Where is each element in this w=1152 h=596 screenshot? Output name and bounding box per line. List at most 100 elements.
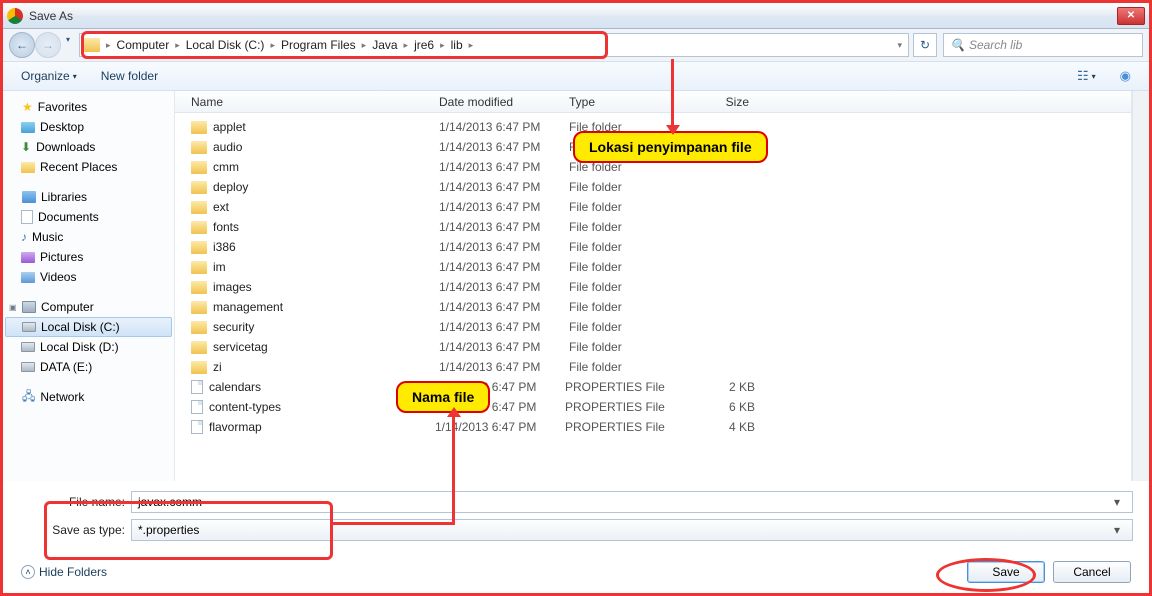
forward-button[interactable]: → (35, 32, 61, 58)
sidebar-network[interactable]: 🖧Network (3, 387, 174, 407)
help-button[interactable]: ◉ (1112, 65, 1139, 87)
file-row[interactable]: content-types1/14/2013 6:47 PMPROPERTIES… (175, 397, 1131, 417)
sidebar-item-music[interactable]: ♪Music (3, 227, 174, 247)
filename-input[interactable]: javax.comm▾ (131, 491, 1133, 513)
file-row[interactable]: zi1/14/2013 6:47 PMFile folder (175, 357, 1131, 377)
hide-folders-button[interactable]: ˄ Hide Folders (21, 565, 107, 579)
cancel-button[interactable]: Cancel (1053, 561, 1131, 583)
breadcrumb-seg[interactable]: Local Disk (C:) (182, 38, 269, 52)
video-icon (21, 272, 35, 283)
back-button[interactable]: ← (9, 32, 35, 58)
file-row[interactable]: images1/14/2013 6:47 PMFile folder (175, 277, 1131, 297)
chevron-down-icon[interactable]: ▾ (1108, 523, 1126, 537)
file-type: PROPERTIES File (565, 420, 685, 434)
file-row[interactable]: audio1/14/2013 6:47 PMFile folder (175, 137, 1131, 157)
filename-label: File name: (51, 495, 131, 509)
file-date: 1/14/2013 6:47 PM (439, 280, 569, 294)
file-type: File folder (569, 340, 689, 354)
chevron-icon: ▸ (467, 40, 476, 51)
file-row[interactable]: servicetag1/14/2013 6:47 PMFile folder (175, 337, 1131, 357)
folder-icon (191, 341, 207, 354)
history-dropdown[interactable]: ▾ (61, 32, 75, 46)
chevron-down-icon[interactable]: ▾ (1108, 495, 1126, 509)
file-name: i386 (213, 240, 439, 254)
title-bar: Save As ✕ (3, 3, 1149, 29)
chevron-icon: ▸ (402, 40, 411, 51)
sidebar-item-pictures[interactable]: Pictures (3, 247, 174, 267)
sidebar-item-desktop[interactable]: Desktop (3, 117, 174, 137)
sidebar-libraries[interactable]: Libraries (3, 187, 174, 207)
file-size: 6 KB (685, 400, 755, 414)
music-icon: ♪ (21, 230, 27, 244)
file-name: content-types (209, 400, 435, 414)
folder-icon (191, 261, 207, 274)
chevron-down-icon[interactable]: ▾ (895, 40, 904, 51)
sidebar-item-videos[interactable]: Videos (3, 267, 174, 287)
file-name: flavormap (209, 420, 435, 434)
file-row[interactable]: flavormap1/14/2013 6:47 PMPROPERTIES Fil… (175, 417, 1131, 437)
file-name: servicetag (213, 340, 439, 354)
organize-button[interactable]: Organize ▾ (13, 66, 85, 86)
breadcrumb-seg[interactable]: lib (447, 38, 467, 52)
save-button[interactable]: Save (967, 561, 1045, 583)
file-name: security (213, 320, 439, 334)
breadcrumb-seg[interactable]: Program Files (277, 38, 360, 52)
file-name: im (213, 260, 439, 274)
breadcrumb[interactable]: ▸ Computer ▸ Local Disk (C:) ▸ Program F… (79, 33, 909, 57)
folder-icon (191, 301, 207, 314)
file-list[interactable]: applet1/14/2013 6:47 PMFile folderaudio1… (175, 113, 1131, 481)
col-type[interactable]: Type (569, 95, 689, 109)
folder-icon (191, 161, 207, 174)
close-button[interactable]: ✕ (1117, 7, 1145, 25)
folder-icon (191, 321, 207, 334)
save-form: File name: javax.comm▾ Save as type: *.p… (3, 481, 1149, 541)
file-icon (191, 380, 203, 394)
file-date: 1/14/2013 6:47 PM (439, 260, 569, 274)
app-icon (7, 8, 23, 24)
file-row[interactable]: fonts1/14/2013 6:47 PMFile folder (175, 217, 1131, 237)
file-row[interactable]: ext1/14/2013 6:47 PMFile folder (175, 197, 1131, 217)
col-size[interactable]: Size (689, 95, 759, 109)
file-name: cmm (213, 160, 439, 174)
sidebar-item-d-drive[interactable]: Local Disk (D:) (3, 337, 174, 357)
chevron-down-icon: ▾ (73, 72, 77, 81)
picture-icon (21, 252, 35, 263)
file-icon (191, 420, 203, 434)
breadcrumb-seg[interactable]: Java (368, 38, 401, 52)
breadcrumb-seg[interactable]: Computer (113, 38, 174, 52)
file-row[interactable]: i3861/14/2013 6:47 PMFile folder (175, 237, 1131, 257)
file-type: File folder (569, 140, 689, 154)
sidebar-item-recent[interactable]: Recent Places (3, 157, 174, 177)
network-icon: 🖧 (22, 387, 35, 408)
col-date[interactable]: Date modified (439, 95, 569, 109)
vertical-scrollbar[interactable] (1132, 91, 1149, 481)
chevron-up-icon: ˄ (21, 565, 35, 579)
file-name: audio (213, 140, 439, 154)
view-button[interactable]: ☷▾ (1069, 65, 1104, 87)
file-row[interactable]: im1/14/2013 6:47 PMFile folder (175, 257, 1131, 277)
file-row[interactable]: security1/14/2013 6:47 PMFile folder (175, 317, 1131, 337)
file-row[interactable]: management1/14/2013 6:47 PMFile folder (175, 297, 1131, 317)
filetype-combo[interactable]: *.properties▾ (131, 519, 1133, 541)
file-date: 1/14/2013 6:47 PM (435, 420, 565, 434)
file-row[interactable]: applet1/14/2013 6:47 PMFile folder (175, 117, 1131, 137)
search-input[interactable]: 🔍 Search lib (943, 33, 1143, 57)
breadcrumb-seg[interactable]: jre6 (410, 38, 438, 52)
file-row[interactable]: calendars1/14/2013 6:47 PMPROPERTIES Fil… (175, 377, 1131, 397)
sidebar-item-downloads[interactable]: ⬇Downloads (3, 137, 174, 157)
file-type: File folder (569, 360, 689, 374)
file-date: 1/14/2013 6:47 PM (439, 140, 569, 154)
sidebar-item-documents[interactable]: Documents (3, 207, 174, 227)
file-row[interactable]: cmm1/14/2013 6:47 PMFile folder (175, 157, 1131, 177)
file-type: File folder (569, 240, 689, 254)
expand-icon: ▣ (9, 303, 17, 312)
folder-icon (191, 221, 207, 234)
sidebar-item-e-drive[interactable]: DATA (E:) (3, 357, 174, 377)
sidebar-favorites[interactable]: ★Favorites (3, 97, 174, 117)
sidebar-computer[interactable]: ▣Computer (3, 297, 174, 317)
sidebar-item-c-drive[interactable]: Local Disk (C:) (5, 317, 172, 337)
file-row[interactable]: deploy1/14/2013 6:47 PMFile folder (175, 177, 1131, 197)
refresh-button[interactable]: ↻ (913, 33, 937, 57)
new-folder-button[interactable]: New folder (93, 66, 166, 86)
col-name[interactable]: Name (191, 95, 439, 109)
